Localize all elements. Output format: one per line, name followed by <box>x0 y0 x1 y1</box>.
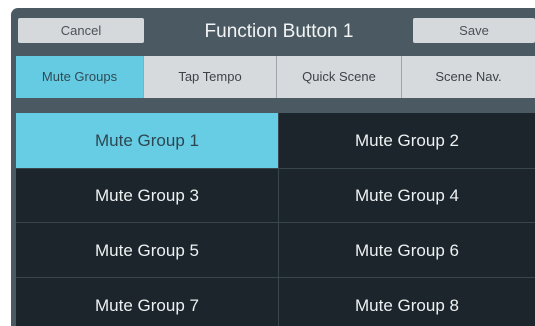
tab-tap-tempo[interactable]: Tap Tempo <box>144 56 277 98</box>
mute-group-5-button[interactable]: Mute Group 5 <box>16 222 278 277</box>
tab-scene-nav[interactable]: Scene Nav. <box>402 56 535 98</box>
tab-mute-groups[interactable]: Mute Groups <box>16 56 144 98</box>
mute-group-grid: Mute Group 1 Mute Group 2 Mute Group 3 M… <box>16 113 535 326</box>
mute-group-3-button[interactable]: Mute Group 3 <box>16 168 278 222</box>
function-type-tabs: Mute Groups Tap Tempo Quick Scene Scene … <box>16 56 535 98</box>
mute-group-4-button[interactable]: Mute Group 4 <box>278 168 535 222</box>
save-button[interactable]: Save <box>413 18 535 43</box>
dialog-title: Function Button 1 <box>204 21 354 42</box>
mute-group-7-button[interactable]: Mute Group 7 <box>16 277 278 326</box>
cancel-button[interactable]: Cancel <box>18 18 144 43</box>
mute-group-2-button[interactable]: Mute Group 2 <box>278 113 535 168</box>
function-button-dialog: Cancel Function Button 1 Save Mute Group… <box>11 8 535 326</box>
mute-group-6-button[interactable]: Mute Group 6 <box>278 222 535 277</box>
dialog-header: Cancel Function Button 1 Save <box>11 8 535 56</box>
tab-quick-scene[interactable]: Quick Scene <box>277 56 402 98</box>
mute-group-1-button[interactable]: Mute Group 1 <box>16 113 278 168</box>
mute-group-8-button[interactable]: Mute Group 8 <box>278 277 535 326</box>
